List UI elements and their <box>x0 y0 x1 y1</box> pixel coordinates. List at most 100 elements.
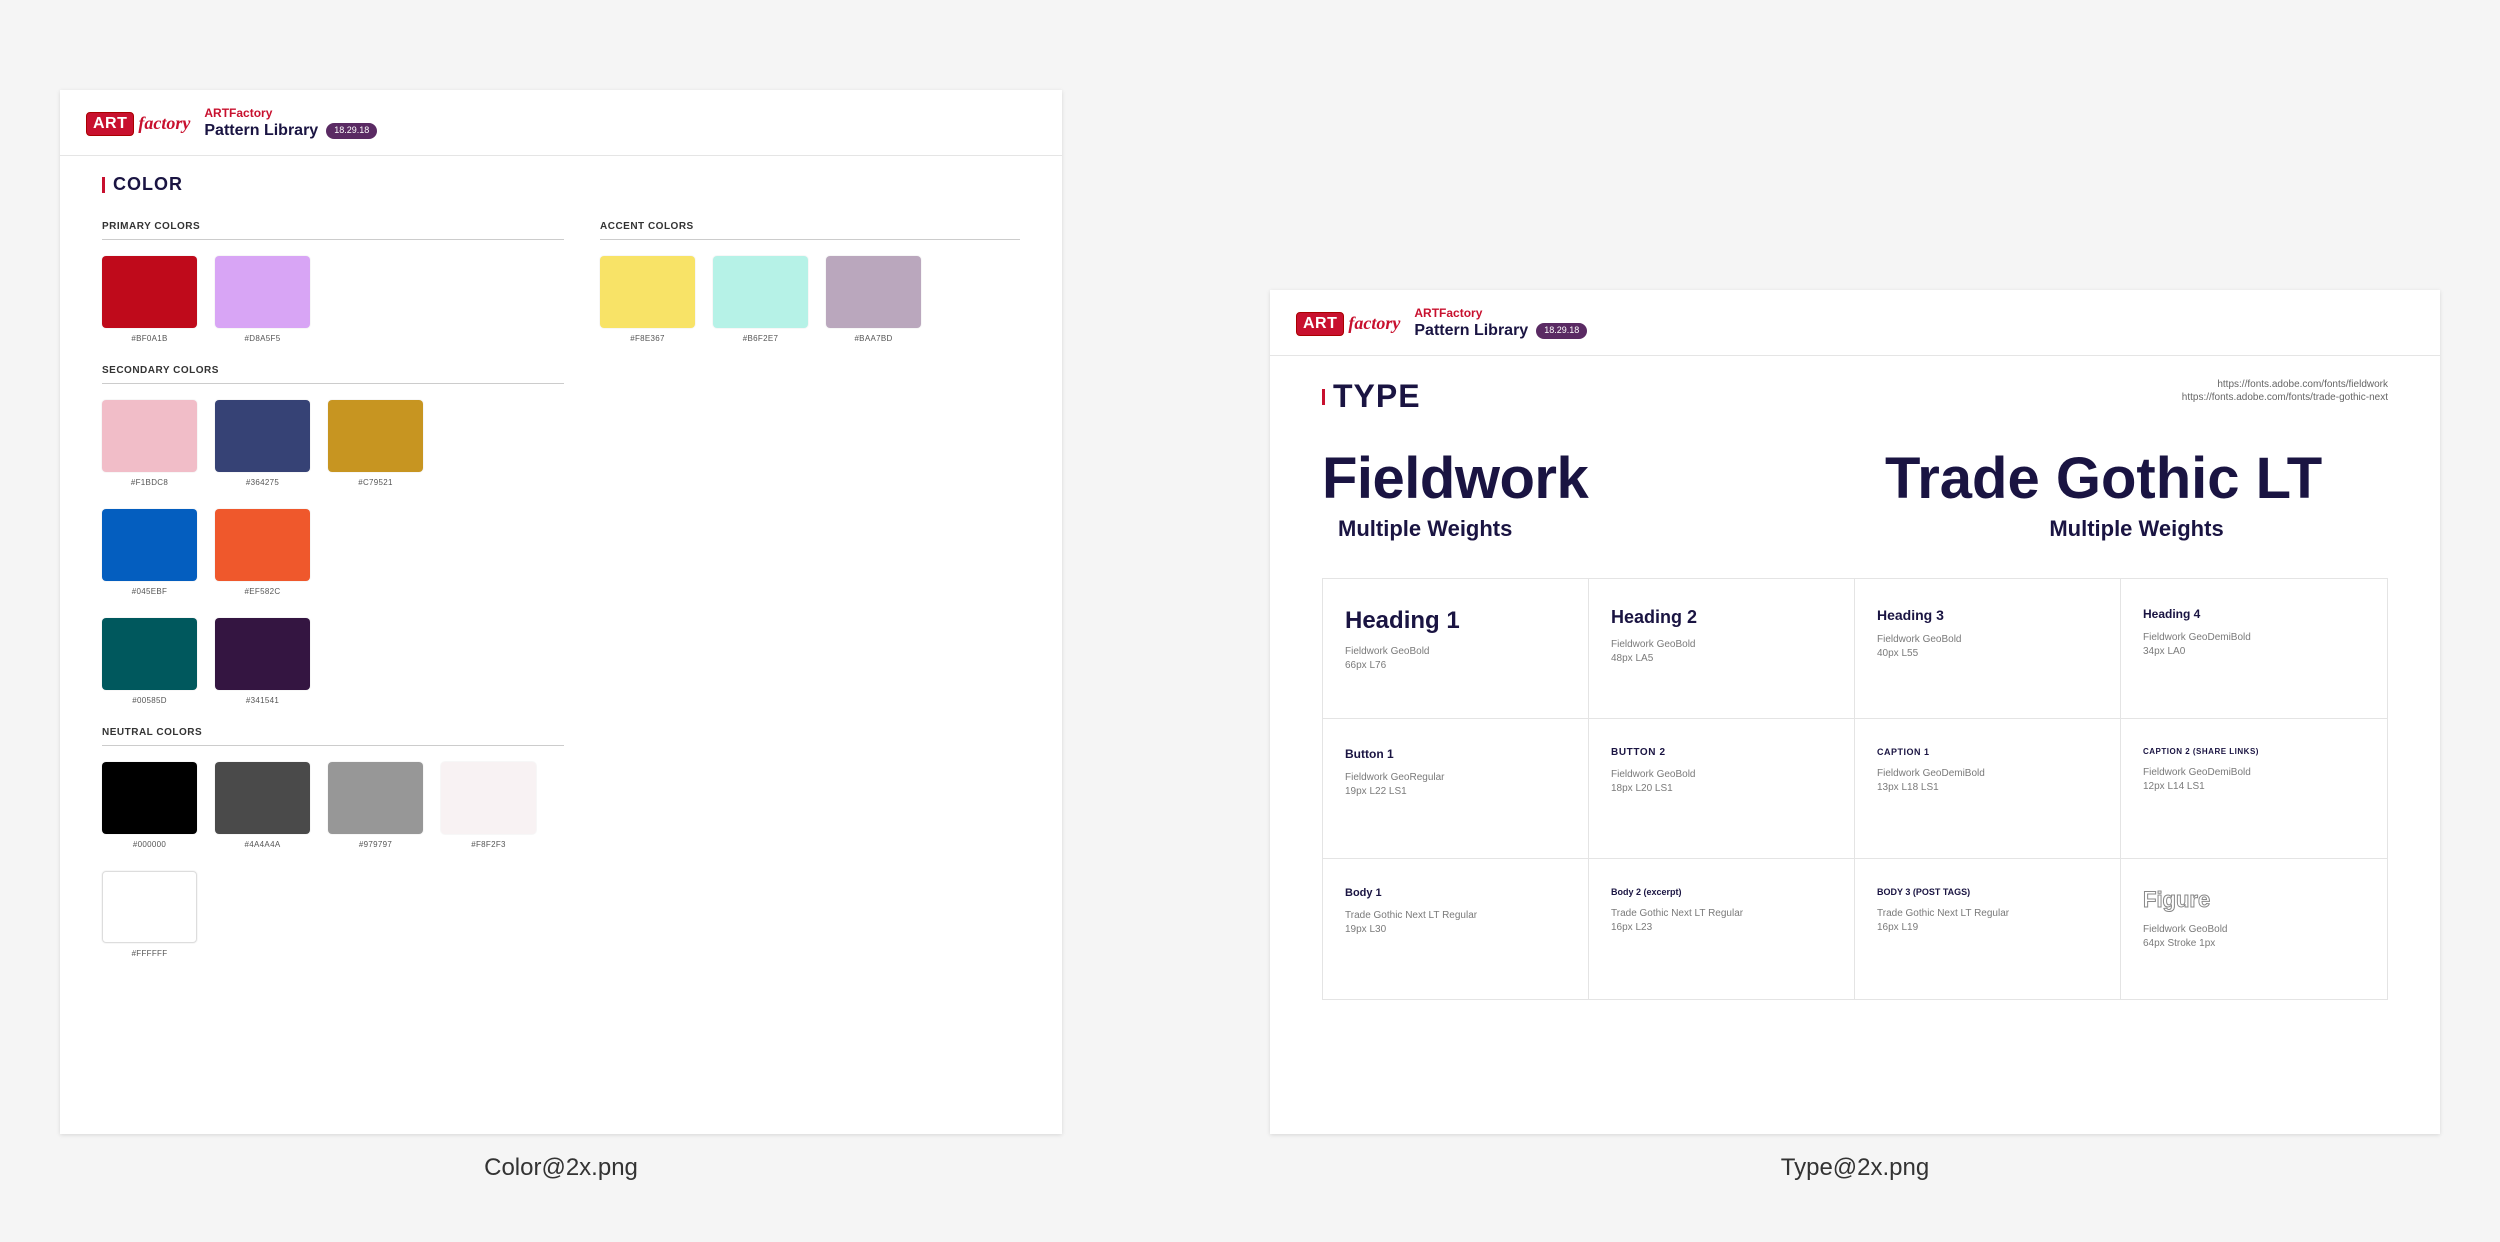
color-swatch: #364275 <box>215 400 310 491</box>
specimen-title: Heading 4 <box>2143 607 2365 621</box>
logo-script: factory <box>138 113 190 134</box>
hex-label: #C79521 <box>358 472 393 491</box>
hex-label: #4A4A4A <box>245 834 281 853</box>
specimen-meta: Fieldwork GeoRegular19px L22 LS1 <box>1345 771 1566 798</box>
caption-type: Type@2x.png <box>1781 1154 1929 1182</box>
color-chip <box>328 400 423 472</box>
color-swatch: #B6F2E7 <box>713 256 808 347</box>
color-swatch: #4A4A4A <box>215 762 310 853</box>
font-links: https://fonts.adobe.com/fonts/fieldwork … <box>2182 378 2388 404</box>
color-chip <box>215 762 310 834</box>
logo: ART factory <box>1296 312 1400 336</box>
hex-label: #B6F2E7 <box>743 328 778 347</box>
section-title-color: COLOR <box>102 174 1020 195</box>
accent-bar-icon <box>102 177 105 193</box>
header: ART factory ARTFactory Pattern Library 1… <box>1270 290 2440 356</box>
hex-label: #979797 <box>359 834 392 853</box>
group-accent: ACCENT COLORS <box>600 221 1020 240</box>
specimen-meta: Fieldwork GeoDemiBold13px L18 LS1 <box>1877 767 2098 794</box>
type-specimen-cell: Figure Fieldwork GeoBold64px Stroke 1px <box>2121 859 2387 999</box>
version-pill: 18.29.18 <box>326 123 377 138</box>
color-chip <box>215 509 310 581</box>
color-swatch: #000000 <box>102 762 197 853</box>
color-swatch: #00585D <box>102 618 197 709</box>
hex-label: #000000 <box>133 834 166 853</box>
hex-label: #F8F2F3 <box>471 834 506 853</box>
header-sup: ARTFactory <box>204 106 377 121</box>
specimen-meta: Fieldwork GeoBold40px L55 <box>1877 633 2098 660</box>
color-swatch: #F1BDC8 <box>102 400 197 491</box>
hex-label: #BF0A1B <box>131 328 167 347</box>
caption-color: Color@2x.png <box>484 1154 638 1182</box>
section-title-type: TYPE <box>1322 378 1421 415</box>
color-swatch: #045EBF <box>102 509 197 600</box>
color-chip <box>713 256 808 328</box>
hex-label: #341541 <box>246 690 279 709</box>
color-chip <box>102 762 197 834</box>
specimen-title: Heading 2 <box>1611 607 1832 628</box>
type-specimen-cell: Button 1 Fieldwork GeoRegular19px L22 LS… <box>1323 719 1589 859</box>
hex-label: #F1BDC8 <box>131 472 168 491</box>
color-swatch: #FFFFFF <box>102 871 197 962</box>
header-title: Pattern Library <box>204 121 318 141</box>
color-chip <box>102 256 197 328</box>
color-chip <box>441 762 536 834</box>
type-specimen-cell: Heading 4 Fieldwork GeoDemiBold34px LA0 <box>2121 579 2387 719</box>
logo-script: factory <box>1348 313 1400 334</box>
logo: ART factory <box>86 112 190 136</box>
color-chip <box>215 256 310 328</box>
specimen-meta: Trade Gothic Next LT Regular16px L19 <box>1877 907 2098 934</box>
group-neutral: NEUTRAL COLORS <box>102 727 564 746</box>
specimen-meta: Fieldwork GeoDemiBold34px LA0 <box>2143 631 2365 658</box>
specimen-title: Body 2 (excerpt) <box>1611 887 1832 897</box>
type-specimen-cell: CAPTION 1 Fieldwork GeoDemiBold13px L18 … <box>1855 719 2121 859</box>
color-swatch: #C79521 <box>328 400 423 491</box>
color-swatch: #341541 <box>215 618 310 709</box>
specimen-title: CAPTION 2 (SHARE LINKS) <box>2143 747 2365 756</box>
specimen-title: Body 1 <box>1345 887 1566 899</box>
specimen-title: Figure <box>2143 887 2365 913</box>
type-specimen-grid: Heading 1 Fieldwork GeoBold66px L76 Head… <box>1322 578 2388 1000</box>
specimen-title: Button 1 <box>1345 747 1566 761</box>
color-chip <box>328 762 423 834</box>
specimen-meta: Fieldwork GeoBold48px LA5 <box>1611 638 1832 665</box>
color-chip <box>600 256 695 328</box>
hex-label: #364275 <box>246 472 279 491</box>
color-swatch: #EF582C <box>215 509 310 600</box>
specimen-meta: Trade Gothic Next LT Regular16px L23 <box>1611 907 1832 934</box>
group-primary: PRIMARY COLORS <box>102 221 564 240</box>
specimen-meta: Fieldwork GeoBold64px Stroke 1px <box>2143 923 2365 950</box>
specimen-title: BUTTON 2 <box>1611 747 1832 758</box>
font-sample-trade-gothic: Trade Gothic LT Multiple Weights <box>1885 445 2388 542</box>
hex-label: #F8E367 <box>630 328 665 347</box>
version-pill: 18.29.18 <box>1536 323 1587 338</box>
specimen-meta: Fieldwork GeoBold18px L20 LS1 <box>1611 768 1832 795</box>
type-specimen-cell: Heading 3 Fieldwork GeoBold40px L55 <box>1855 579 2121 719</box>
type-artboard: ART factory ARTFactory Pattern Library 1… <box>1270 290 2440 1134</box>
specimen-meta: Fieldwork GeoBold66px L76 <box>1345 645 1566 672</box>
hex-label: #FFFFFF <box>132 943 168 962</box>
color-chip <box>102 871 197 943</box>
specimen-meta: Fieldwork GeoDemiBold12px L14 LS1 <box>2143 766 2365 793</box>
group-secondary: SECONDARY COLORS <box>102 365 564 384</box>
color-chip <box>102 400 197 472</box>
specimen-meta: Trade Gothic Next LT Regular19px L30 <box>1345 909 1566 936</box>
type-specimen-cell: Body 2 (excerpt) Trade Gothic Next LT Re… <box>1589 859 1855 999</box>
type-specimen-cell: Body 1 Trade Gothic Next LT Regular19px … <box>1323 859 1589 999</box>
logo-badge: ART <box>86 112 134 136</box>
color-swatch: #D8A5F5 <box>215 256 310 347</box>
header-title: Pattern Library <box>1414 321 1528 341</box>
color-chip <box>215 400 310 472</box>
color-chip <box>102 618 197 690</box>
color-artboard: ART factory ARTFactory Pattern Library 1… <box>60 90 1062 1134</box>
header: ART factory ARTFactory Pattern Library 1… <box>60 90 1062 156</box>
color-chip <box>826 256 921 328</box>
logo-badge: ART <box>1296 312 1344 336</box>
specimen-title: CAPTION 1 <box>1877 747 2098 757</box>
type-specimen-cell: Heading 1 Fieldwork GeoBold66px L76 <box>1323 579 1589 719</box>
header-sup: ARTFactory <box>1414 306 1587 321</box>
type-specimen-cell: Heading 2 Fieldwork GeoBold48px LA5 <box>1589 579 1855 719</box>
hex-label: #BAA7BD <box>854 328 892 347</box>
color-swatch: #979797 <box>328 762 423 853</box>
type-specimen-cell: BUTTON 2 Fieldwork GeoBold18px L20 LS1 <box>1589 719 1855 859</box>
